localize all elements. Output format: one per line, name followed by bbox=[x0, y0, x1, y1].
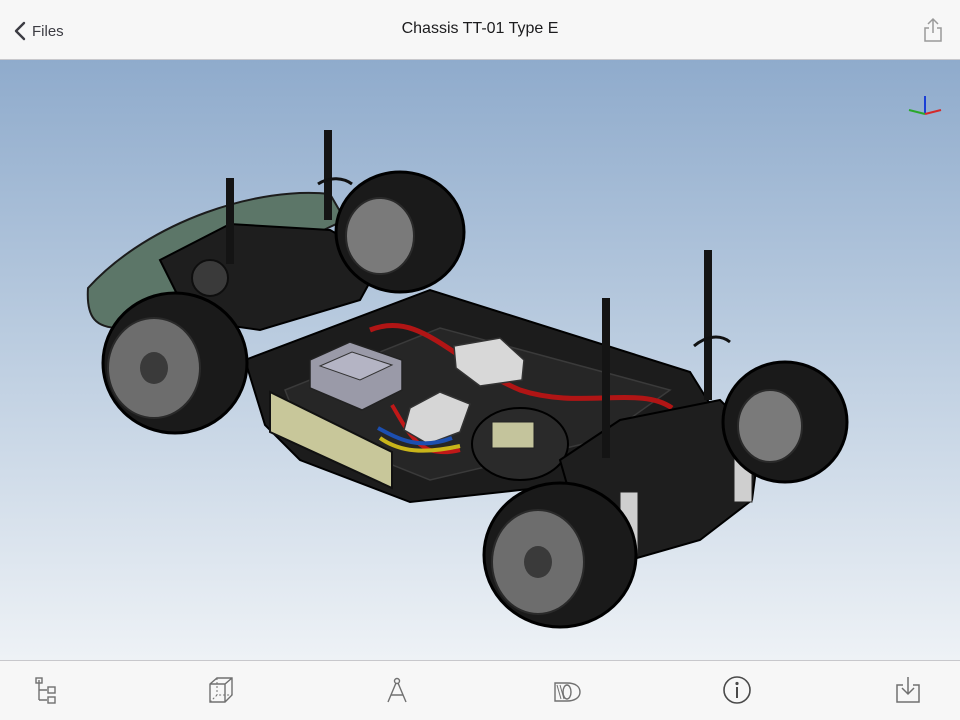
section-icon[interactable] bbox=[552, 675, 582, 705]
document-title: Chassis TT-01 Type E bbox=[401, 20, 559, 37]
front-left-wheel bbox=[101, 291, 249, 435]
car-chassis-model[interactable] bbox=[0, 60, 960, 660]
share-icon[interactable] bbox=[922, 17, 944, 43]
download-icon[interactable] bbox=[893, 675, 923, 705]
measure-icon[interactable] bbox=[382, 675, 412, 705]
tree-icon[interactable] bbox=[33, 675, 63, 705]
model-viewport[interactable] bbox=[0, 60, 960, 660]
rear-left-wheel bbox=[482, 481, 638, 629]
rear-right-wheel bbox=[721, 360, 849, 484]
wireframe-cube-icon[interactable] bbox=[206, 675, 236, 705]
navigation-bar: Files Chassis TT-01 Type E bbox=[0, 0, 960, 60]
bottom-toolbar bbox=[0, 660, 960, 720]
axis-triad-icon bbox=[908, 96, 942, 115]
info-icon[interactable] bbox=[722, 675, 752, 705]
front-right-wheel bbox=[334, 170, 466, 294]
